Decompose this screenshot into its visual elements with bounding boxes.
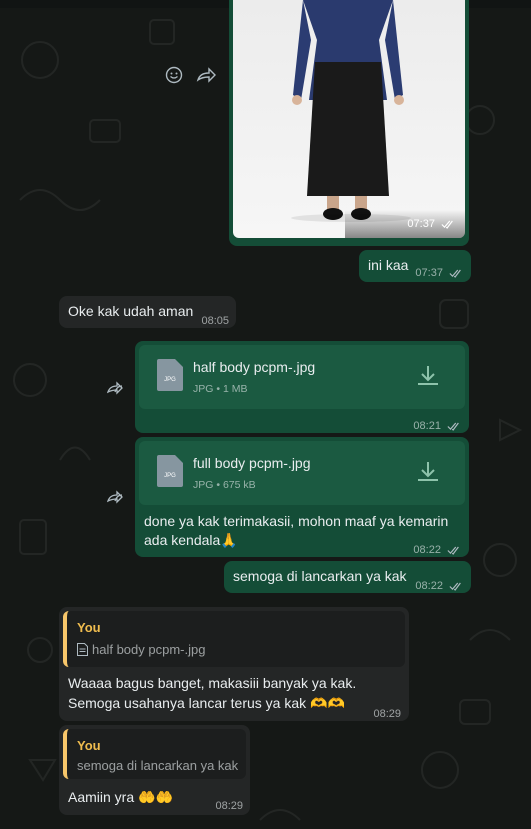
quote-author: You [77,738,101,753]
read-ticks-icon [449,582,461,591]
image-message[interactable]: 07:37 [229,0,469,246]
quoted-message[interactable]: You semoga di lancarkan ya kak [63,729,246,779]
message-text: Oke kak udah aman [68,303,194,319]
document-name: full body pcpm-.jpg [193,455,311,471]
message-time: 08:22 [413,541,461,560]
message-text: ini kaa [368,257,409,273]
message-time: 08:21 [413,417,461,436]
message-bubble-incoming[interactable]: You half body pcpm-.jpg Waaaa bagus bang… [59,607,409,721]
document-card[interactable]: JPG half body pcpm-.jpg JPG • 1 MB [139,345,465,409]
download-icon[interactable] [415,363,441,389]
message-time: 08:05 [201,315,229,327]
message-caption-line: ada kendala🙏 [144,532,238,548]
document-meta: JPG • 675 kB [193,479,256,491]
read-ticks-icon [447,422,459,431]
document-icon: JPG [157,359,183,391]
document-name: half body pcpm-.jpg [193,359,316,375]
message-time: 08:22 [415,577,463,596]
quote-text: semoga di lancarkan ya kak [77,758,239,773]
read-ticks-icon [449,269,461,278]
message-time: 07:37 [407,218,455,230]
message-bubble-incoming[interactable]: Oke kak udah aman 08:05 [59,296,236,328]
photo-person-illustration [291,0,411,222]
read-ticks-icon [447,546,459,555]
forward-icon[interactable] [195,64,217,86]
document-message[interactable]: JPG full body pcpm-.jpg JPG • 675 kB don… [135,437,469,557]
message-text: semoga di lancarkan ya kak [233,568,407,584]
message-bubble-outgoing[interactable]: ini kaa 07:37 [359,250,471,282]
message-caption-line: done ya kak terimakasii, mohon maaf ya k… [144,513,449,529]
message-time: 08:29 [215,800,243,812]
message-bubble-outgoing[interactable]: semoga di lancarkan ya kak 08:22 [224,561,471,593]
quote-text: half body pcpm-.jpg [77,640,205,659]
document-icon [77,643,88,656]
svg-text:JPG: JPG [164,473,176,479]
document-card[interactable]: JPG full body pcpm-.jpg JPG • 675 kB [139,441,465,505]
download-icon[interactable] [415,459,441,485]
document-icon: JPG [157,455,183,487]
message-text-line: Semoga usahanya lancar terus ya kak 🫶🫶 [68,695,345,711]
document-meta: JPG • 1 MB [193,383,248,395]
forward-icon[interactable] [106,377,128,399]
image-preview[interactable]: 07:37 [233,0,465,238]
message-time: 08:29 [373,708,401,720]
message-time: 07:37 [415,264,463,283]
quoted-message[interactable]: You half body pcpm-.jpg [63,611,405,667]
message-text: Aamiin yra 🤲🤲 [68,789,173,805]
document-message[interactable]: JPG half body pcpm-.jpg JPG • 1 MB 08:21 [135,341,469,433]
read-ticks-icon [441,220,453,229]
message-text-line: Waaaa bagus banget, makasiii banyak ya k… [68,675,357,691]
emoji-react-icon[interactable] [163,64,185,86]
message-bubble-incoming[interactable]: You semoga di lancarkan ya kak Aamiin yr… [59,725,250,815]
svg-text:JPG: JPG [164,377,176,383]
forward-icon[interactable] [106,486,128,508]
quote-author: You [77,620,101,635]
